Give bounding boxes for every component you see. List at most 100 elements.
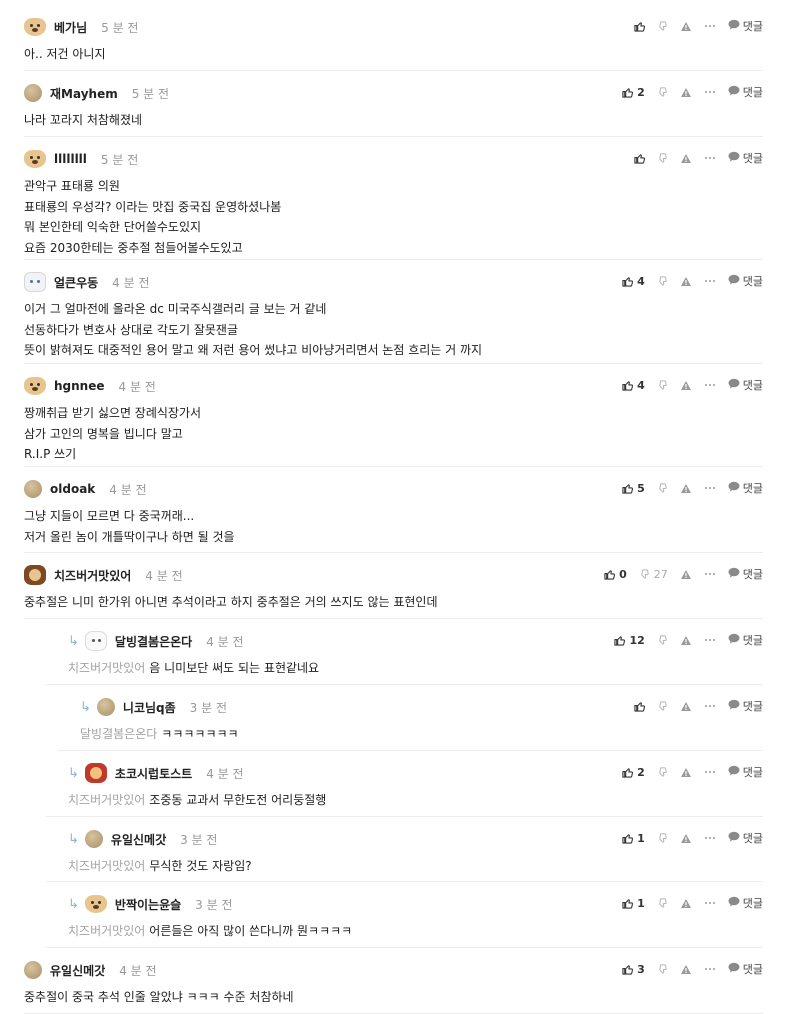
report-button[interactable]: [680, 767, 692, 778]
avatar[interactable]: [24, 961, 42, 979]
more-button[interactable]: [704, 638, 716, 642]
report-button[interactable]: [680, 380, 692, 391]
dislike-button[interactable]: [657, 20, 668, 32]
nickname[interactable]: 베가님: [54, 19, 87, 36]
reply-mention[interactable]: 치즈버거맛있어: [68, 859, 145, 873]
like-button[interactable]: [634, 21, 645, 32]
avatar[interactable]: [24, 377, 46, 395]
dislike-button[interactable]: [657, 634, 668, 646]
avatar[interactable]: [24, 84, 42, 102]
avatar[interactable]: [24, 272, 46, 292]
like-button[interactable]: 2: [622, 766, 645, 779]
nickname[interactable]: llllllll: [54, 152, 87, 166]
warning-icon: [680, 964, 692, 975]
reply-button[interactable]: 댓글: [728, 273, 763, 289]
avatar[interactable]: [84, 631, 107, 651]
dislike-button[interactable]: [657, 766, 668, 778]
reply-button[interactable]: 댓글: [728, 961, 763, 977]
dislike-button[interactable]: [657, 86, 668, 98]
dislike-button[interactable]: [657, 832, 668, 844]
like-button[interactable]: 3: [622, 963, 645, 976]
dislike-button[interactable]: [657, 897, 668, 909]
like-button[interactable]: 5: [622, 482, 645, 495]
nickname[interactable]: 달빙결봄은온다: [115, 633, 192, 650]
more-button[interactable]: [704, 704, 716, 708]
dislike-button[interactable]: [657, 379, 668, 391]
like-button[interactable]: 12: [614, 634, 645, 647]
reply-button[interactable]: 댓글: [728, 632, 763, 648]
report-button[interactable]: [680, 276, 692, 287]
report-button[interactable]: [680, 569, 692, 580]
nickname[interactable]: 치즈버거맛있어: [54, 567, 131, 584]
reply-button[interactable]: 댓글: [728, 566, 763, 582]
like-button[interactable]: 4: [622, 275, 645, 288]
avatar[interactable]: [96, 698, 115, 716]
more-button[interactable]: [704, 836, 716, 840]
reply-mention[interactable]: 달빙결봄은온다: [80, 727, 157, 741]
more-button[interactable]: [704, 279, 716, 283]
report-button[interactable]: [680, 87, 692, 98]
dislike-button[interactable]: 27: [639, 568, 668, 581]
nickname[interactable]: 얼큰우동: [54, 274, 98, 291]
avatar[interactable]: [24, 480, 42, 498]
report-button[interactable]: [680, 21, 692, 32]
reply-button[interactable]: 댓글: [728, 895, 763, 911]
reply-button[interactable]: 댓글: [728, 698, 763, 714]
like-button[interactable]: 4: [622, 379, 645, 392]
reply-button[interactable]: 댓글: [728, 84, 763, 100]
report-button[interactable]: [680, 483, 692, 494]
nickname[interactable]: 니코님q좀: [123, 699, 176, 716]
reply-mention[interactable]: 치즈버거맛있어: [68, 661, 145, 675]
comment-header: llllllll 5 분 전: [24, 148, 138, 170]
reply-button[interactable]: 댓글: [728, 764, 763, 780]
report-button[interactable]: [680, 833, 692, 844]
more-button[interactable]: [704, 156, 716, 160]
reply-button[interactable]: 댓글: [728, 377, 763, 393]
like-button[interactable]: 0: [604, 568, 627, 581]
comment-body: 치즈버거맛있어 조중동 교과서 무한도전 어리둥절행: [68, 790, 326, 811]
report-button[interactable]: [680, 898, 692, 909]
dislike-button[interactable]: [657, 700, 668, 712]
more-button[interactable]: [704, 770, 716, 774]
more-button[interactable]: [704, 572, 716, 576]
more-button[interactable]: [704, 967, 716, 971]
dislike-button[interactable]: [657, 963, 668, 975]
more-button[interactable]: [704, 90, 716, 94]
more-button[interactable]: [704, 383, 716, 387]
avatar[interactable]: [84, 830, 103, 848]
like-button[interactable]: 2: [622, 86, 645, 99]
nickname[interactable]: 유일신메갓: [50, 962, 105, 979]
reply-mention[interactable]: 치즈버거맛있어: [68, 924, 145, 938]
nickname[interactable]: 반짝이는윤슬: [115, 896, 181, 913]
nickname[interactable]: hgnnee: [54, 379, 105, 393]
reply-button[interactable]: 댓글: [728, 150, 763, 166]
comment: 치즈버거맛있어 4 분 전 0 27 댓글 중추절은 니미 한가위 아니면 추석…: [24, 552, 763, 619]
like-button[interactable]: 1: [622, 832, 645, 845]
more-button[interactable]: [704, 901, 716, 905]
more-button[interactable]: [704, 486, 716, 490]
avatar[interactable]: [24, 565, 46, 585]
reply-mention[interactable]: 치즈버거맛있어: [68, 793, 145, 807]
avatar[interactable]: [84, 895, 107, 913]
reply-button[interactable]: 댓글: [728, 18, 763, 34]
like-button[interactable]: [634, 701, 645, 712]
reply-button[interactable]: 댓글: [728, 830, 763, 846]
report-button[interactable]: [680, 964, 692, 975]
avatar[interactable]: [24, 150, 46, 168]
dislike-button[interactable]: [657, 275, 668, 287]
like-button[interactable]: 1: [622, 897, 645, 910]
nickname[interactable]: 유일신메갓: [111, 831, 166, 848]
avatar[interactable]: [24, 18, 46, 36]
more-button[interactable]: [704, 24, 716, 28]
dislike-button[interactable]: [657, 482, 668, 494]
avatar[interactable]: [84, 763, 107, 783]
dislike-button[interactable]: [657, 152, 668, 164]
nickname[interactable]: oldoak: [50, 482, 95, 496]
like-button[interactable]: [634, 153, 645, 164]
nickname[interactable]: 재Mayhem: [50, 85, 118, 102]
nickname[interactable]: 초코시럽토스트: [115, 765, 192, 782]
reply-button[interactable]: 댓글: [728, 480, 763, 496]
report-button[interactable]: [680, 701, 692, 712]
report-button[interactable]: [680, 153, 692, 164]
report-button[interactable]: [680, 635, 692, 646]
